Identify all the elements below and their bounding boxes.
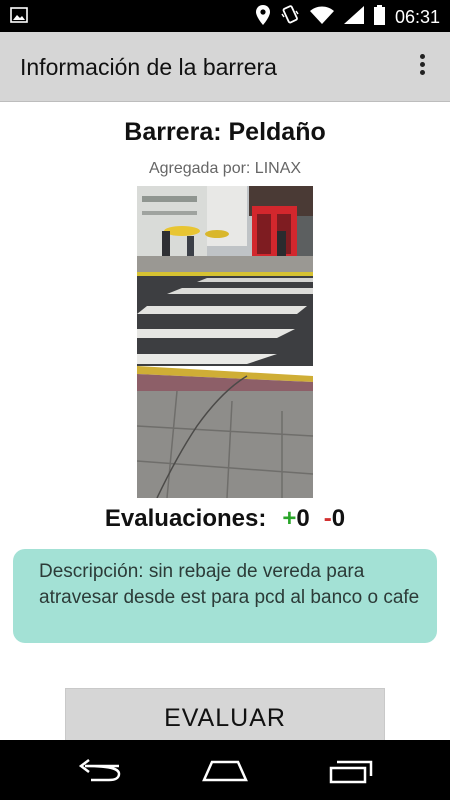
evaluate-button[interactable]: EVALUAR bbox=[65, 688, 385, 743]
positive-count: 0 bbox=[296, 505, 310, 532]
barrier-photo bbox=[137, 186, 313, 498]
battery-icon bbox=[373, 5, 385, 30]
added-by-label: Agregada por: LINAX bbox=[148, 160, 302, 177]
negative-sign: - bbox=[323, 505, 332, 532]
app-bar: Información de la barrera bbox=[0, 32, 450, 102]
status-bar: 06:31 bbox=[0, 0, 450, 32]
positive-sign: + bbox=[282, 505, 297, 532]
negative-count: 0 bbox=[331, 505, 346, 532]
back-icon[interactable] bbox=[75, 756, 125, 786]
ratings-row: Evaluaciones: +0 -0 bbox=[0, 505, 450, 533]
overflow-menu-icon[interactable] bbox=[410, 54, 434, 82]
image-notification-icon bbox=[10, 7, 28, 28]
navigation-bar bbox=[0, 740, 450, 800]
barrier-title: Barrera: Peldaño bbox=[124, 118, 326, 146]
vibrate-icon bbox=[280, 5, 300, 30]
wifi-icon bbox=[309, 6, 334, 29]
home-icon[interactable] bbox=[200, 756, 250, 786]
ratings-label: Evaluaciones: bbox=[104, 505, 267, 532]
signal-icon bbox=[343, 6, 364, 29]
location-icon bbox=[255, 5, 270, 30]
recents-icon[interactable] bbox=[327, 756, 377, 786]
description-box: Descripción: sin rebaje de vereda para a… bbox=[13, 549, 437, 643]
app-bar-title: Información de la barrera bbox=[20, 54, 277, 80]
clock: 06:31 bbox=[394, 7, 440, 27]
